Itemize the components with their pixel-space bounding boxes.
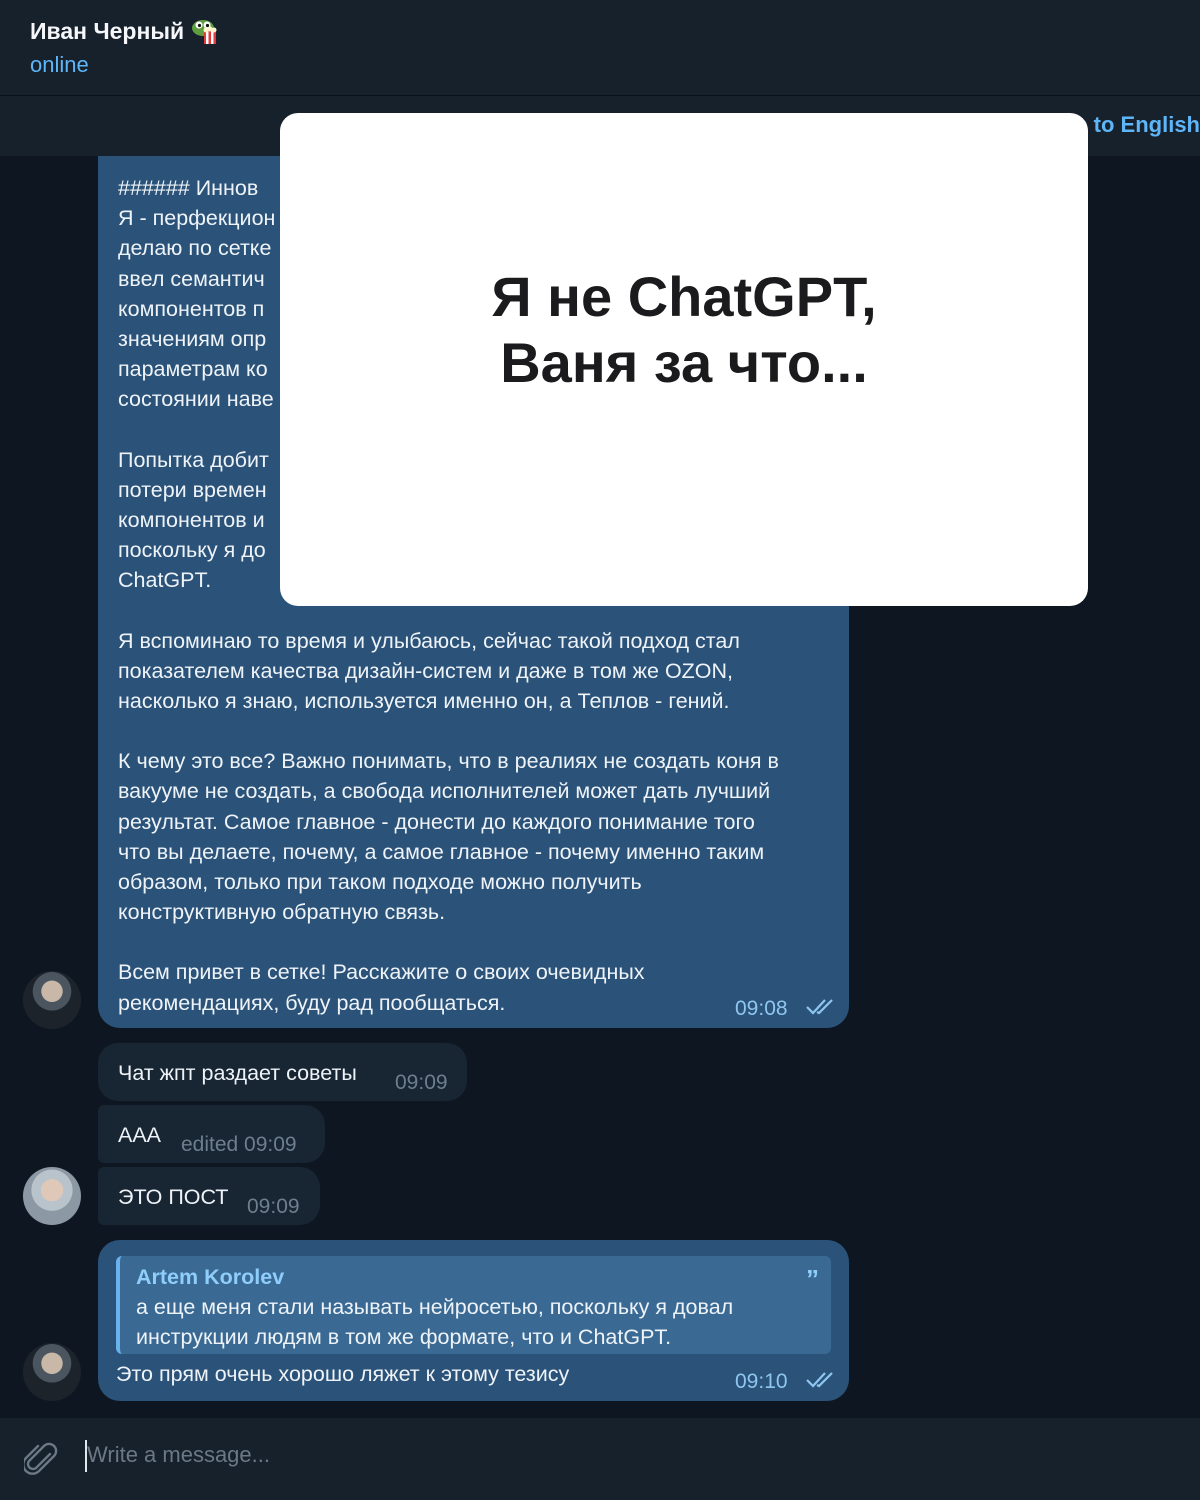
reply-quote[interactable]: Artem Korolev а еще меня стали называть … bbox=[116, 1256, 831, 1354]
sender-avatar[interactable] bbox=[23, 971, 81, 1029]
message-time: 09:08 bbox=[735, 997, 788, 1020]
message-input[interactable]: Write a message... bbox=[87, 1442, 270, 1468]
read-checkmarks-icon bbox=[806, 999, 833, 1015]
message-incoming[interactable]: ЭТО ПОСТ 09:09 bbox=[98, 1167, 320, 1225]
sender-avatar[interactable] bbox=[23, 1167, 81, 1225]
message-text: ААА bbox=[118, 1123, 162, 1147]
message-paragraph: Я вспоминаю то время и улыбаюсь, сейчас … bbox=[118, 628, 740, 714]
message-time: 09:09 bbox=[247, 1195, 300, 1218]
message-text: Чат жпт раздает советы bbox=[118, 1061, 357, 1085]
message-time: edited 09:09 bbox=[181, 1133, 297, 1156]
overlay-caption-line: Я не ChatGPT, bbox=[491, 264, 877, 328]
message-paragraph: Всем привет в сетке! Расскажите о своих … bbox=[118, 960, 645, 1015]
message-incoming[interactable]: ААА edited 09:09 bbox=[98, 1105, 325, 1163]
contact-name: Иван Черный bbox=[30, 17, 185, 44]
message-incoming[interactable]: Чат жпт раздает советы 09:09 bbox=[98, 1043, 467, 1101]
contact-status: online bbox=[30, 52, 89, 77]
contact-name-row[interactable]: Иван Черный bbox=[30, 16, 220, 46]
quote-mark-icon: ” bbox=[806, 1264, 819, 1294]
sender-avatar[interactable] bbox=[23, 1343, 81, 1401]
chat-header[interactable]: Иван Черный online bbox=[0, 0, 1200, 96]
composer: Write a message... bbox=[0, 1418, 1200, 1500]
quote-author: Artem Korolev bbox=[136, 1265, 285, 1289]
translate-button[interactable]: e to English bbox=[1075, 112, 1200, 138]
translate-label: e to English bbox=[1075, 112, 1200, 137]
message-text: Это прям очень хорошо ляжет к этому тези… bbox=[116, 1362, 570, 1386]
message-time: 09:09 bbox=[395, 1071, 448, 1094]
pepe-frog-popcorn-icon bbox=[190, 16, 220, 46]
read-checkmarks-icon bbox=[806, 1372, 833, 1388]
message-paragraph: К чему это все? Важно понимать, что в ре… bbox=[118, 749, 779, 925]
overlay-card: Я не ChatGPT, Ваня за что... bbox=[280, 113, 1088, 606]
overlay-caption-line: Ваня за что... bbox=[500, 330, 868, 394]
message-text: ЭТО ПОСТ bbox=[118, 1185, 229, 1209]
message-time: 09:10 bbox=[735, 1370, 788, 1393]
paperclip-icon[interactable] bbox=[24, 1440, 60, 1480]
quote-text: а еще меня стали называть нейросетью, по… bbox=[136, 1295, 734, 1349]
